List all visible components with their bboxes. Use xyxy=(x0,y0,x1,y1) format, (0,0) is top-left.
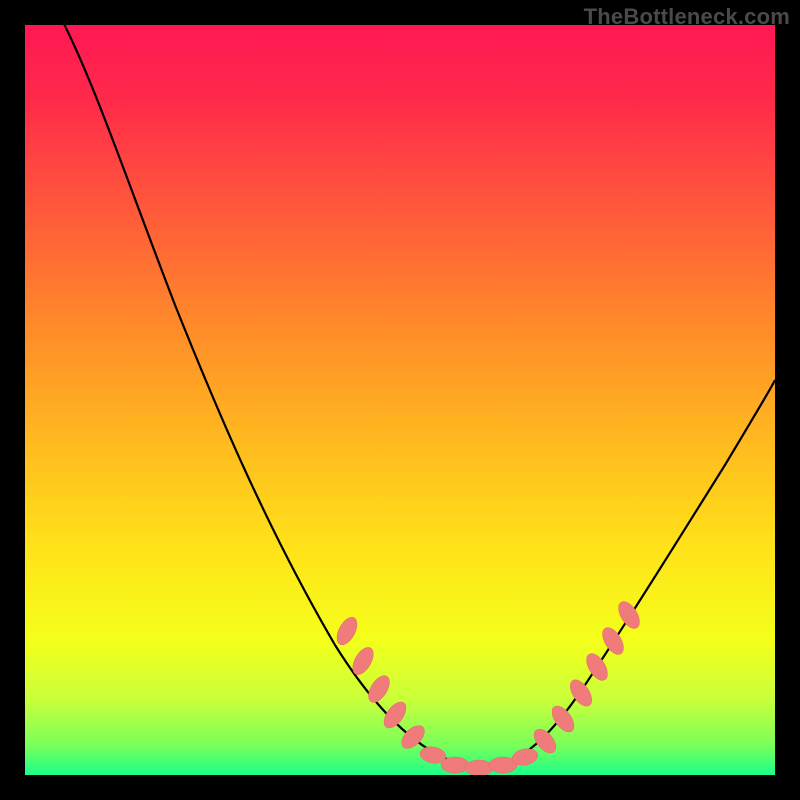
watermark-label: TheBottleneck.com xyxy=(584,4,790,30)
marker xyxy=(441,757,469,773)
marker xyxy=(465,760,493,775)
chart-frame: TheBottleneck.com xyxy=(0,0,800,800)
gradient-background xyxy=(25,25,775,775)
plot-area xyxy=(25,25,775,775)
chart-svg xyxy=(25,25,775,775)
